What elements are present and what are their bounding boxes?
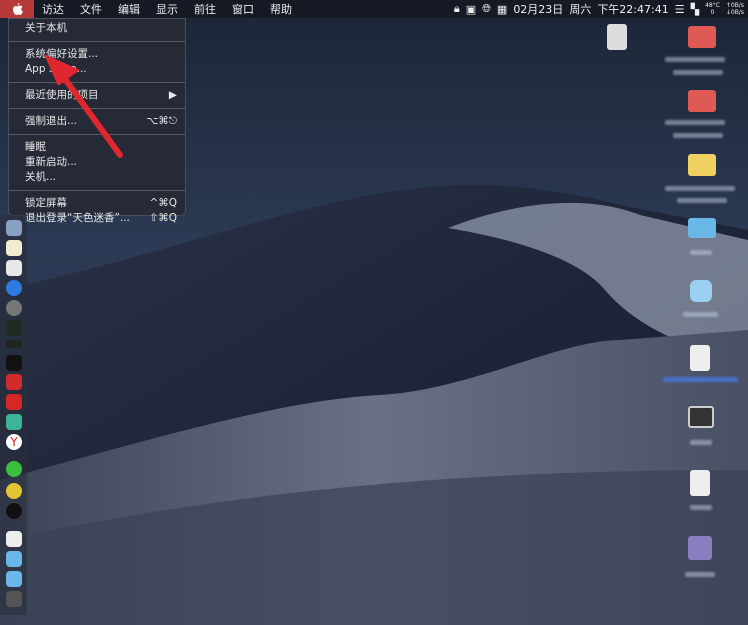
globe-icon[interactable]: 🌐︎ [482,2,491,16]
dock-system-preferences-icon[interactable] [6,300,22,316]
desktop-file-icon[interactable] [690,470,710,496]
desktop-folder-red-icon[interactable] [688,90,716,112]
dock-notes-icon[interactable] [6,240,22,256]
temperature[interactable]: 48°C 0 [705,2,720,16]
desktop-screenshot-icon[interactable] [688,406,714,428]
red-annotation-arrow-icon [44,54,123,158]
dock-qq-icon[interactable] [6,503,22,519]
menu-item-log-out[interactable]: 退出登录“天色迷香”... ⇧⌘Q [9,211,185,226]
dock-folder-icon[interactable] [6,571,22,587]
network-speed[interactable]: ↑0B/s ↓0B/s [726,2,744,16]
dock-netease-music-icon[interactable] [6,394,22,410]
dock-preview-icon[interactable] [6,220,22,236]
bookmark-app-icon[interactable]: ▚ [691,3,699,16]
dock-app-icon[interactable] [6,414,22,430]
desktop-file-icon[interactable] [690,345,710,371]
display-icon[interactable]: ▣ [466,3,476,16]
dock-folder-icon[interactable] [6,551,22,567]
desktop-image-icon[interactable] [688,536,712,560]
dock-activity-monitor-icon[interactable] [6,320,22,336]
dock-qq-music-icon[interactable] [6,483,22,499]
input-method-icon[interactable]: ☰ [675,3,685,16]
dock-document-icon[interactable] [6,531,22,547]
dock-terminal-icon[interactable] [6,355,22,371]
desktop-file-icon[interactable] [607,24,627,50]
desktop-app-icon[interactable] [690,280,712,302]
menu-window[interactable]: 窗口 [224,1,262,17]
date[interactable]: 02月23日 [513,1,563,17]
calendar-icon[interactable]: ▦ [497,3,507,16]
dock: Y [0,215,27,615]
dock-reminders-icon[interactable] [6,260,22,276]
dock-vivaldi-icon[interactable] [6,374,22,390]
clock[interactable]: 下午22:47:41 [597,1,668,17]
dock-console-icon[interactable] [6,340,22,348]
desktop-folder-red-icon[interactable] [688,26,716,48]
menu-help[interactable]: 帮助 [262,1,300,17]
dock-trash-icon[interactable] [6,591,22,607]
lock-icon[interactable]: 🔒︎ [454,2,460,16]
desktop-folder-yellow-icon[interactable] [688,154,716,176]
dock-yandex-icon[interactable]: Y [6,434,22,450]
dock-wechat-icon[interactable] [6,461,22,477]
weekday[interactable]: 周六 [569,1,591,17]
dock-app-store-icon[interactable] [6,280,22,296]
desktop-folder-blue-icon[interactable] [688,218,716,238]
